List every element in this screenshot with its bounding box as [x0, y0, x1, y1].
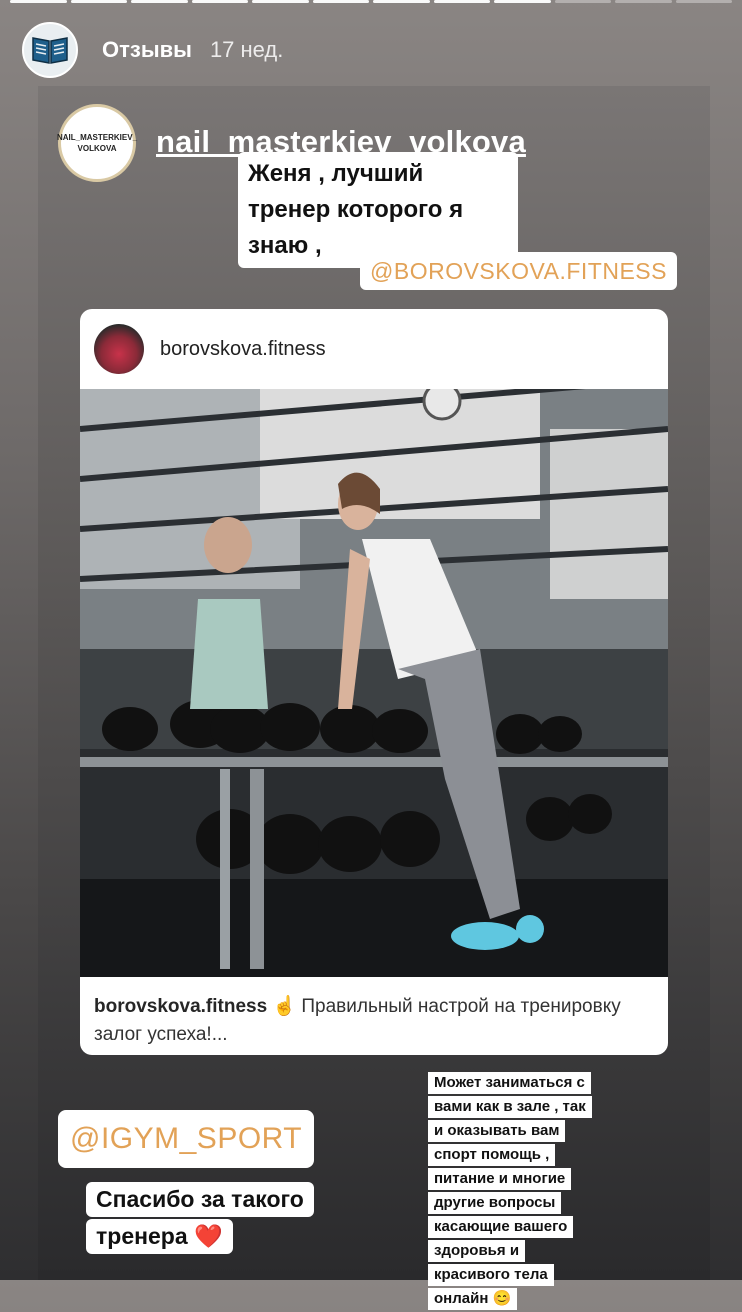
progress-segment — [373, 0, 430, 3]
post-photo[interactable] — [80, 389, 668, 977]
progress-segment — [191, 0, 248, 3]
info-line: касающие вашего — [428, 1216, 574, 1238]
progress-segment — [494, 0, 551, 3]
post-author-avatar[interactable] — [94, 324, 144, 374]
info-line: Может заниматься с — [428, 1072, 591, 1094]
avatar-logo-line1: NAIL_MASTERKIEV_ — [57, 133, 138, 142]
info-line: вами как в зале , так — [428, 1096, 592, 1118]
info-line: спорт помощь , — [428, 1144, 556, 1166]
story-header: Отзывы 17 нед. — [22, 20, 283, 80]
shared-post-card[interactable]: borovskova.fitness borovskova.fitness ☝️… — [80, 309, 668, 1055]
info-text-sticker: Может заниматься с вами как в зале , так и… — [428, 1072, 614, 1312]
progress-segment — [675, 0, 732, 3]
repost-message: Женя , лучший тренер которого я знаю , — [238, 152, 518, 268]
progress-segment — [433, 0, 490, 3]
mention-sticker-borovskova[interactable]: @BOROVSKOVA.FITNESS — [360, 252, 677, 290]
info-line: другие вопросы — [428, 1192, 562, 1214]
info-line: красивого тела — [428, 1264, 554, 1286]
repost-user-avatar[interactable]: NAIL_MASTERKIEV_ VOLKOVA — [57, 104, 138, 182]
story-avatar[interactable] — [22, 22, 78, 78]
progress-segment — [554, 0, 611, 3]
post-author-name[interactable]: borovskova.fitness — [160, 338, 326, 361]
caption-username[interactable]: borovskova.fitness — [94, 996, 267, 1017]
progress-segment — [252, 0, 309, 3]
story-progress-bar — [10, 0, 732, 4]
post-caption[interactable]: borovskova.fitness ☝️ Правильный настрой… — [94, 993, 654, 1049]
thanks-line-1: Спасибо за такого — [86, 1182, 314, 1217]
progress-segment — [10, 0, 67, 3]
info-line: питание и многие — [428, 1168, 572, 1190]
book-icon — [32, 37, 68, 64]
info-line: здоровья и — [428, 1240, 526, 1262]
progress-segment — [131, 0, 188, 3]
story-timestamp: 17 нед. — [209, 37, 284, 62]
avatar-logo-line2: VOLKOVA — [77, 144, 117, 153]
thanks-line-2: тренера ❤️ — [86, 1219, 233, 1254]
story-author-name[interactable]: Отзывы — [102, 37, 192, 63]
progress-segment — [312, 0, 369, 3]
post-header: borovskova.fitness — [80, 309, 668, 389]
progress-segment — [615, 0, 672, 3]
mention-sticker-igym[interactable]: @IGYM_SPORT — [58, 1110, 315, 1168]
info-line: и оказывать вам — [428, 1120, 566, 1142]
progress-segment — [70, 0, 127, 3]
thanks-text-sticker: Спасибо за такого тренера ❤️ — [86, 1182, 344, 1256]
info-line: онлайн 😊 — [428, 1288, 518, 1310]
